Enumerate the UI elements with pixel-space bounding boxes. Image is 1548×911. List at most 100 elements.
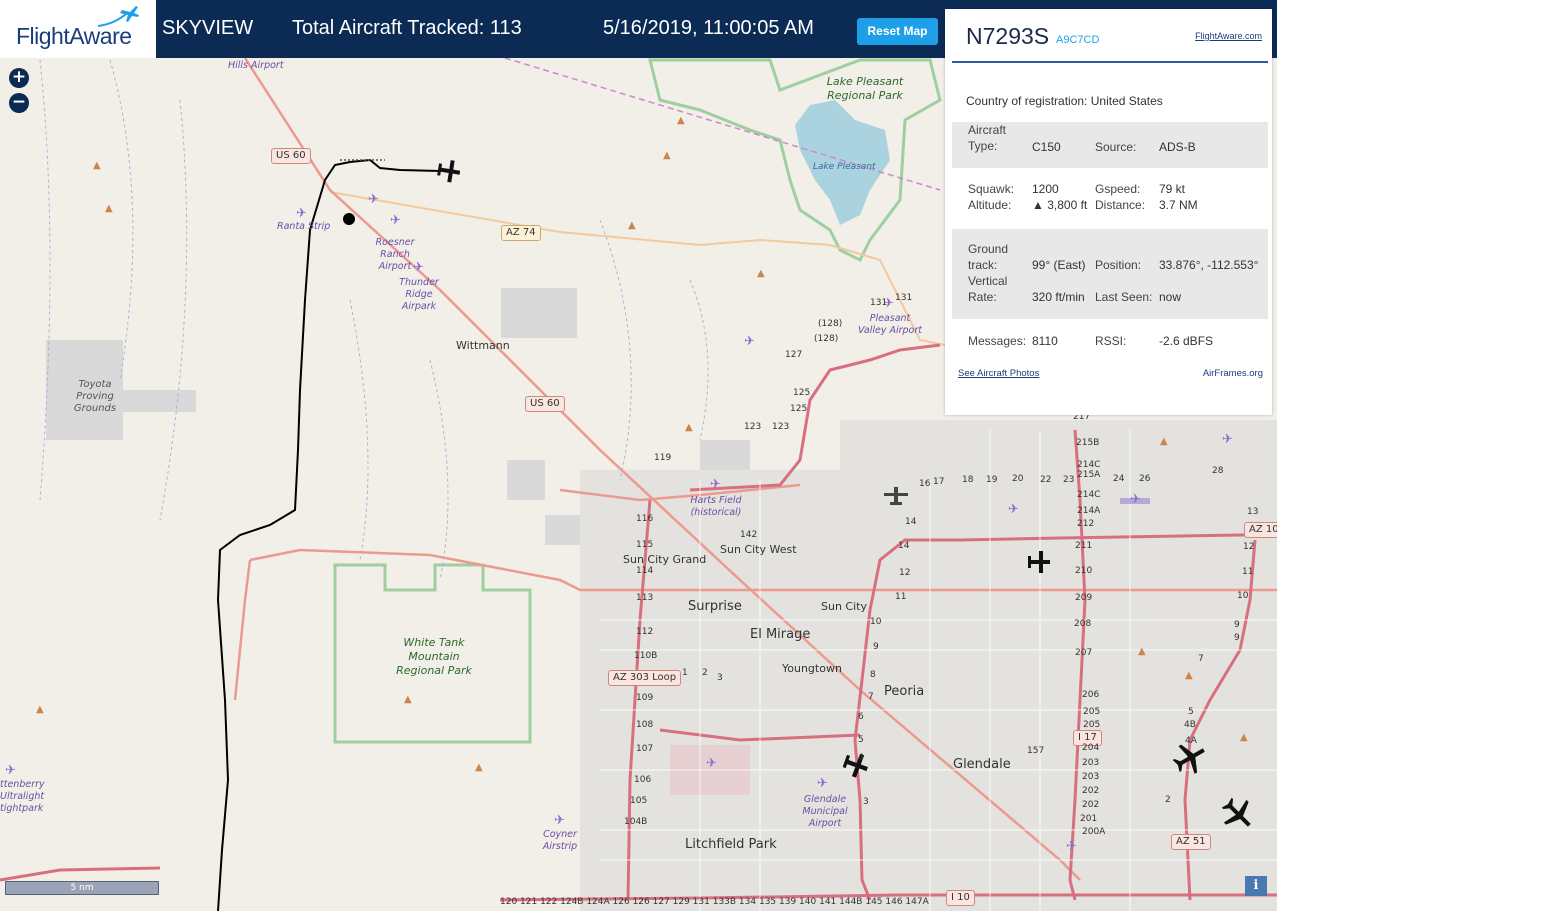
last-seen-label: Last Seen: <box>1095 290 1153 304</box>
exit-number: 208 <box>1074 619 1092 629</box>
aircraft-selected-icon[interactable] <box>437 159 461 185</box>
exit-number: 110B <box>634 651 658 661</box>
exit-number: 1 <box>682 668 688 678</box>
route-shield: AZ 303 Loop <box>608 670 682 686</box>
panel-divider <box>952 61 1268 63</box>
exit-number: 119 <box>654 453 672 463</box>
rssi-label: RSSI: <box>1095 334 1127 348</box>
exit-number: 113 <box>636 593 654 603</box>
peak-icon: ▲ <box>1185 670 1193 681</box>
exit-number: 215B <box>1076 438 1100 448</box>
rssi-value: -2.6 dBFS <box>1159 334 1214 348</box>
aircraft-hex-code[interactable]: A9C7CD <box>1056 34 1099 46</box>
exit-number: 123 <box>772 422 790 432</box>
airport-label: Glendale Municipal Airport <box>802 794 848 829</box>
airframes-link[interactable]: AirFrames.org <box>1203 368 1263 379</box>
route-shield: US 60 <box>271 148 311 164</box>
exit-number: 116 <box>636 514 654 524</box>
exit-number: 105 <box>630 796 648 806</box>
exit-number: 2 <box>702 668 708 678</box>
route-shield: I 10 <box>946 890 975 906</box>
aircraft-type-label: Aircraft Type: <box>968 123 1007 153</box>
peak-icon: ▲ <box>663 150 671 161</box>
flightaware-logo[interactable]: FlightAware <box>0 0 156 58</box>
exit-number: (128) <box>814 334 839 344</box>
exit-number: 108 <box>636 720 654 730</box>
airport-icon: ✈ <box>710 477 721 492</box>
aircraft-type-value: C150 <box>1032 140 1061 154</box>
route-shield: AZ 10 <box>1244 522 1277 538</box>
city-label: Surprise <box>688 599 742 614</box>
aircraft-registration: N7293S <box>966 23 1050 49</box>
source-value: ADS-B <box>1159 140 1196 154</box>
lake-label: Lake Pleasant <box>813 162 876 172</box>
exit-number: 13 <box>1247 507 1259 517</box>
exit-number: 4A <box>1185 736 1197 746</box>
peak-icon: ▲ <box>36 704 44 715</box>
aircraft-icon[interactable] <box>1027 550 1051 576</box>
last-seen-value: now <box>1159 290 1182 304</box>
messages-value: 8110 <box>1032 334 1058 348</box>
aircraft-icon[interactable] <box>843 752 869 778</box>
exit-number: 204 <box>1082 743 1100 753</box>
aircraft-icon[interactable] <box>883 486 909 508</box>
airport-icon: ✈ <box>1130 492 1141 507</box>
aircraft-photos-link[interactable]: See Aircraft Photos <box>958 368 1039 379</box>
city-label: Sun City Grand <box>623 553 707 566</box>
messages-section: Messages: 8110 RSSI: -2.6 dBFS <box>952 333 1268 353</box>
exit-number: 205 <box>1083 720 1101 730</box>
zoom-out-button[interactable]: − <box>9 93 29 113</box>
exit-number: 127 <box>785 350 803 360</box>
exit-number: 7 <box>868 692 874 702</box>
exit-number: 157 <box>1027 746 1045 756</box>
exit-number: 20 <box>1012 474 1024 484</box>
city-label: Glendale <box>953 757 1011 772</box>
map-info-button[interactable]: i <box>1245 876 1267 896</box>
aircraft-jet-icon[interactable] <box>1220 796 1256 832</box>
exit-number: 207 <box>1075 648 1093 658</box>
airport-icon: ✈ <box>1008 502 1019 517</box>
flightaware-link[interactable]: FlightAware.com <box>1195 31 1262 41</box>
squawk-section: Squawk: 1200 Gspeed: 79 kt Altitude: ▲ 3… <box>952 181 1268 221</box>
distance-value: 3.7 NM <box>1159 198 1198 212</box>
exit-number: 211 <box>1075 541 1093 551</box>
city-label: Sun City <box>821 600 867 613</box>
city-label: Litchfield Park <box>685 837 777 852</box>
exit-number: 14 <box>905 517 917 527</box>
position-value: 33.876°, -112.553° <box>1159 258 1259 272</box>
exit-number: 17 <box>933 477 945 487</box>
exit-number: 214C <box>1077 460 1101 470</box>
exit-number: 24 <box>1113 474 1125 484</box>
airport-icon: ✈ <box>744 334 755 349</box>
exit-number: 4B <box>1184 720 1196 730</box>
country-row: Country of registration: United States <box>966 94 1163 108</box>
exit-number: 7 <box>1198 654 1204 664</box>
altitude-label: Altitude: <box>968 198 1012 212</box>
peak-icon: ▲ <box>93 160 101 171</box>
park-label: White Tank Mountain Regional Park <box>396 636 472 677</box>
exit-number: 104B <box>624 817 648 827</box>
exit-number: 123 <box>744 422 762 432</box>
city-label: Peoria <box>884 684 925 699</box>
source-label: Source: <box>1095 140 1137 154</box>
country-label: Country of registration: <box>966 94 1088 108</box>
exit-number: 202 <box>1082 800 1100 810</box>
airport-label: Harts Field (historical) <box>690 495 742 518</box>
park-label: Lake Pleasant Regional Park <box>826 75 904 102</box>
airport-icon: ✈ <box>1066 839 1077 854</box>
exit-numbers-bottom: 120 121 122 124B 124A 126 126 127 129 13… <box>500 897 929 907</box>
distance-label: Distance: <box>1095 198 1146 212</box>
exit-number: 2 <box>1165 795 1171 805</box>
aircraft-info-panel: N7293S A9C7CD FlightAware.com Country of… <box>945 9 1272 415</box>
exit-number: 19 <box>986 475 998 485</box>
airport-label: Hills Airport <box>228 60 284 71</box>
reset-map-button[interactable]: Reset Map <box>857 18 938 45</box>
airport-icon: ✈ <box>817 776 828 791</box>
exit-number: 114 <box>636 566 654 576</box>
exit-number: (128) <box>818 319 843 329</box>
route-shield: AZ 74 <box>501 225 541 241</box>
airport-label: Coyner Airstrip <box>542 829 578 852</box>
zoom-in-button[interactable]: + <box>9 68 29 88</box>
exit-number: 202 <box>1082 786 1100 796</box>
peak-icon: ▲ <box>1138 646 1146 657</box>
